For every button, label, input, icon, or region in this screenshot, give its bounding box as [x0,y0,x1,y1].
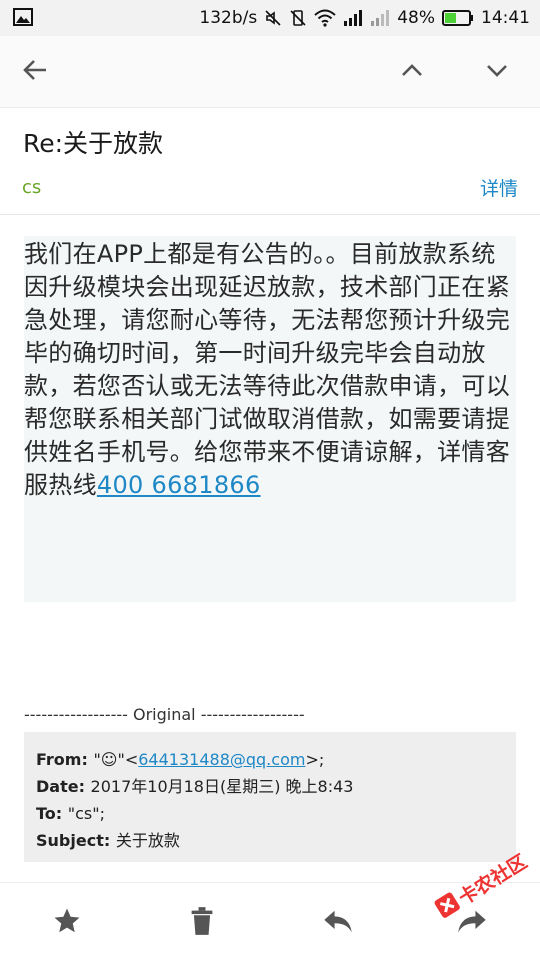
sender-name[interactable]: cs [22,177,41,198]
status-bar: 132b/s 48% 14:41 [0,0,540,36]
chevron-up-icon [400,58,424,86]
chevron-down-icon [485,58,509,86]
network-speed: 132b/s [199,8,258,28]
body-paragraph: 我们在APP上都是有公告的。。目前放款系统因升级模块会出现延迟放款，技术部门正在… [24,240,510,499]
quoted-date: Date: 2017年10月18日(星期三) 晚上8:43 [36,773,504,800]
clock: 14:41 [481,8,530,28]
battery-percent: 48% [397,8,435,28]
from-name: "☺"< [93,750,139,769]
signal-icon [343,9,363,27]
original-separator: ------------------ Original ------------… [24,705,305,724]
date-label: Date: [36,777,91,796]
battery-icon [442,9,474,27]
back-arrow-icon [22,57,48,87]
from-suffix: >; [305,750,325,769]
header-divider [0,214,540,215]
signal-icon-2 [370,9,390,27]
delete-button[interactable] [182,903,222,943]
back-button[interactable] [13,50,57,94]
quoted-header: From: "☺"<644131488@qq.com>; Date: 2017年… [24,732,516,862]
quoted-from: From: "☺"<644131488@qq.com>; [36,746,504,773]
from-label: From: [36,750,94,769]
reply-icon [322,907,354,939]
star-button[interactable] [47,903,87,943]
image-icon [13,8,33,31]
reply-button[interactable] [318,903,358,943]
details-link[interactable]: 详情 [480,174,518,201]
email-body: 我们在APP上都是有公告的。。目前放款系统因升级模块会出现延迟放款，技术部门正在… [24,238,510,502]
next-email-button[interactable] [475,50,519,94]
to-label: To: [36,804,68,823]
hotline-link[interactable]: 400 6681866 [97,471,261,499]
email-subject: Re:关于放款 [23,129,164,158]
app-bar [0,36,540,108]
star-icon [52,906,82,940]
mute-icon [264,9,282,27]
from-email-link[interactable]: 644131488@qq.com [138,750,305,769]
date-value: 2017年10月18日(星期三) 晚上8:43 [90,777,354,796]
wifi-icon [314,9,336,27]
to-value: "cs"; [67,804,105,823]
previous-email-button[interactable] [390,50,434,94]
vibrate-icon [289,9,307,27]
subject-value: 关于放款 [115,831,180,850]
quoted-subject: Subject: 关于放款 [36,827,504,854]
subject-label: Subject: [36,831,116,850]
trash-icon [188,906,216,940]
quoted-to: To: "cs"; [36,800,504,827]
